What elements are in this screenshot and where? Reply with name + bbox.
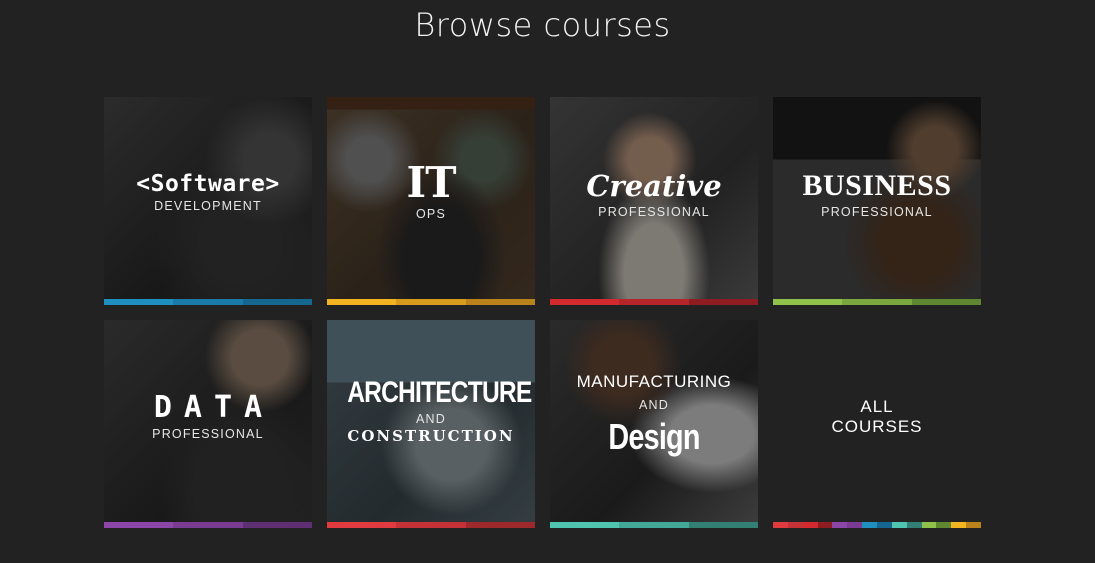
color-bar-segment <box>847 522 863 528</box>
color-bar-segment <box>550 299 620 305</box>
color-bar-segment <box>465 522 535 528</box>
tile-caption: DATA PROFESSIONAL <box>104 390 312 441</box>
color-bar <box>773 522 981 528</box>
color-bar-segment <box>966 522 981 528</box>
color-bar-segment <box>787 522 803 528</box>
color-bar-segment <box>951 522 967 528</box>
tile-title: ARCHITECTURE <box>347 376 532 409</box>
color-bar-segment <box>619 299 689 305</box>
color-bar <box>104 299 312 305</box>
tile-title-2: Design <box>608 416 700 457</box>
color-bar-segment <box>688 522 758 528</box>
tile-data-professional[interactable]: DATA PROFESSIONAL <box>104 320 312 528</box>
tile-architecture-construction[interactable]: ARCHITECTURE AND CONSTRUCTION <box>327 320 535 528</box>
tile-connector: AND <box>416 412 446 426</box>
tile-manufacturing-design[interactable]: MANUFACTURING AND Design <box>550 320 758 528</box>
color-bar-segment <box>619 522 689 528</box>
color-bar-segment <box>688 299 758 305</box>
color-bar-segment <box>327 299 397 305</box>
color-bar-segment <box>173 299 243 305</box>
color-bar-segment <box>242 299 312 305</box>
tile-title: DATA <box>153 390 275 425</box>
color-bar <box>327 522 535 528</box>
tile-all-courses[interactable]: ALL COURSES <box>773 320 981 528</box>
tile-title-2: COURSES <box>831 417 923 436</box>
color-bar-segment <box>242 522 312 528</box>
tile-title: Creative <box>586 169 722 203</box>
color-bar-segment <box>906 522 922 528</box>
tile-caption: IT OPS <box>327 158 535 222</box>
color-bar-segment <box>104 299 174 305</box>
tile-title: BUSINESS <box>802 169 952 202</box>
color-bar-segment <box>773 299 843 305</box>
page-title: Browse courses <box>414 6 671 44</box>
color-bar-segment <box>396 522 466 528</box>
tile-title: MANUFACTURING <box>576 372 732 391</box>
color-bar-segment <box>842 299 912 305</box>
color-bar <box>104 522 312 528</box>
tile-caption: ALL COURSES <box>773 397 981 437</box>
color-bar <box>773 299 981 305</box>
color-bar-segment <box>877 522 892 528</box>
color-bar-segment <box>802 522 818 528</box>
tile-creative-professional[interactable]: Creative PROFESSIONAL <box>550 97 758 305</box>
color-bar-segment <box>173 522 243 528</box>
tile-title: ALL <box>860 397 894 416</box>
tile-subtitle: DEVELOPMENT <box>154 199 262 213</box>
tile-title: <Software> <box>136 171 280 197</box>
color-bar-segment <box>891 522 907 528</box>
color-bar-segment <box>327 522 397 528</box>
tile-caption: ARCHITECTURE AND CONSTRUCTION <box>327 376 535 445</box>
tile-subtitle: PROFESSIONAL <box>152 427 264 441</box>
tile-subtitle: PROFESSIONAL <box>821 205 933 219</box>
color-bar-segment <box>936 522 952 528</box>
tile-business-professional[interactable]: BUSINESS PROFESSIONAL <box>773 97 981 305</box>
tile-it-ops[interactable]: IT OPS <box>327 97 535 305</box>
tile-subtitle: PROFESSIONAL <box>598 205 710 219</box>
tile-caption: MANUFACTURING AND Design <box>550 372 758 458</box>
color-bar-segment <box>911 299 981 305</box>
tile-software-development[interactable]: <Software> DEVELOPMENT <box>104 97 312 305</box>
color-bar <box>327 299 535 305</box>
color-bar-segment <box>104 522 174 528</box>
tile-caption: Creative PROFESSIONAL <box>550 169 758 219</box>
color-bar <box>550 522 758 528</box>
color-bar-segment <box>773 522 788 528</box>
color-bar-segment <box>550 522 620 528</box>
tile-title: IT <box>406 158 457 207</box>
color-bar-segment <box>832 522 848 528</box>
color-bar-segment <box>862 522 878 528</box>
color-bar <box>550 299 758 305</box>
tile-subtitle: OPS <box>416 207 446 221</box>
tile-connector: AND <box>639 398 669 412</box>
color-bar-segment <box>817 522 833 528</box>
color-bar-segment <box>396 299 466 305</box>
tile-caption: <Software> DEVELOPMENT <box>104 171 312 213</box>
tile-caption: BUSINESS PROFESSIONAL <box>773 169 981 219</box>
color-bar-segment <box>921 522 937 528</box>
tile-title-2: CONSTRUCTION <box>347 427 515 445</box>
color-bar-segment <box>465 299 535 305</box>
